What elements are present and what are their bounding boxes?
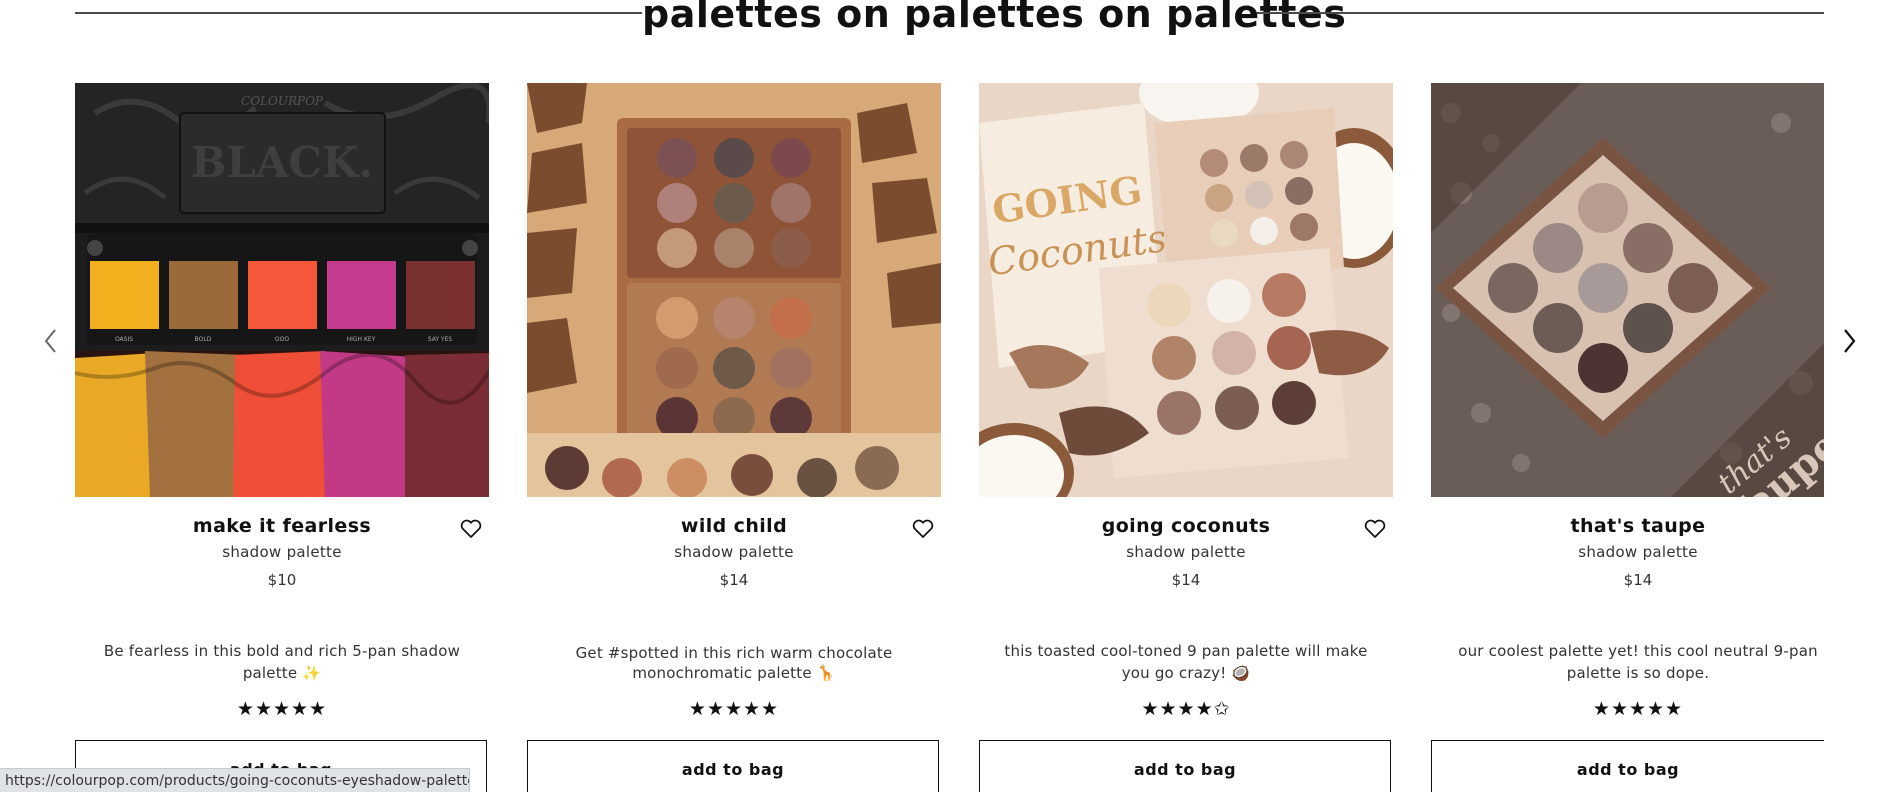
wishlist-button[interactable] [460,519,484,541]
product-card-make-it-fearless: COLOURPOP BLACK. OASIS BOLD OOO HIGH KEY… [75,83,489,792]
product-price: $14 [719,571,749,589]
chevron-left-icon [44,329,56,353]
star-rating[interactable]: ★★★★★ [1431,698,1845,720]
product-name[interactable]: wild child [527,515,941,537]
product-description: Be fearless in this bold and rich 5-pan … [103,642,461,682]
product-subtitle: shadow palette [1578,543,1698,561]
shade-label: BOLD [195,336,212,343]
shade-label: HIGH KEY [347,336,376,343]
heading-rule-right [1257,12,1824,14]
heart-icon [912,519,934,538]
section-heading: palettes on palettes on palettes [0,0,1897,40]
product-name[interactable]: going coconuts [979,515,1393,537]
product-price: $14 [1623,571,1653,589]
wishlist-button[interactable] [912,519,936,541]
product-image[interactable]: GOING Coconuts [979,83,1393,497]
heading-rule-left [75,12,642,14]
heart-icon [1364,519,1386,538]
product-card-going-coconuts: GOING Coconuts going coconuts shadow pal… [979,83,1393,792]
page: palettes on palettes on palettes COLOURP… [0,0,1897,792]
section-title: palettes on palettes on palettes [642,0,1347,36]
product-name[interactable]: that's taupe [1431,515,1845,537]
product-subtitle: shadow palette [674,543,794,561]
heart-icon [460,519,482,538]
brand-logo-text: COLOURPOP [241,94,324,108]
product-subtitle: shadow palette [222,543,342,561]
add-to-bag-button[interactable]: add to bag [1431,740,1824,792]
product-image[interactable]: that's Taupe [1431,83,1824,497]
palette-photo: GOING Coconuts [979,83,1393,497]
product-description: our coolest palette yet! this cool neutr… [1458,642,1818,682]
product-subtitle: shadow palette [1126,543,1246,561]
product-image[interactable] [527,83,941,497]
wishlist-button[interactable] [1364,519,1388,541]
shade-label: OASIS [115,336,133,343]
palette-photo [527,83,941,497]
star-rating[interactable]: ★★★★★ [75,698,489,720]
product-image[interactable]: COLOURPOP BLACK. OASIS BOLD OOO HIGH KEY… [75,83,489,497]
product-name[interactable]: make it fearless [75,515,489,537]
product-description: this toasted cool-toned 9 pan palette wi… [1004,642,1368,682]
carousel-prev-button[interactable] [36,326,66,356]
star-rating[interactable]: ★★★★✩ [979,698,1393,720]
product-card-wild-child: wild child shadow palette $14 Get #spott… [527,83,941,792]
palette-photo: that's Taupe [1431,83,1824,497]
add-to-bag-button[interactable]: add to bag [979,740,1391,792]
shade-label: SAY YES [428,336,453,343]
palette-photo: COLOURPOP BLACK. OASIS BOLD OOO HIGH KEY… [75,83,489,497]
product-description: Get #spotted in this rich warm chocolate… [575,644,893,682]
status-bar-url: https://colourpop.com/products/going-coc… [0,768,470,792]
add-to-bag-button[interactable]: add to bag [527,740,939,792]
product-card-thats-taupe: that's Taupe that's taupe shadow pale [1431,83,1845,792]
box-title-text: BLACK. [191,138,373,187]
star-rating[interactable]: ★★★★★ [527,698,941,720]
product-price: $14 [1171,571,1201,589]
product-price: $10 [267,571,297,589]
shade-label: OOO [275,336,289,343]
